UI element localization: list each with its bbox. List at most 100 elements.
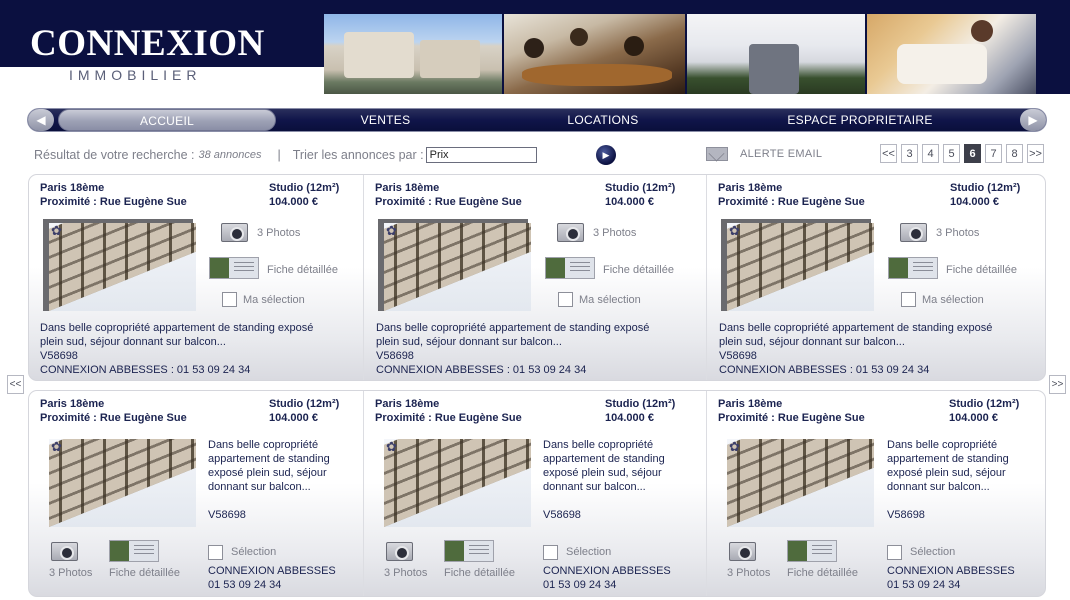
listing-city: Paris 18ème: [375, 398, 440, 410]
listing-photo[interactable]: ✿: [384, 439, 531, 527]
listings-prev-button[interactable]: <<: [7, 375, 24, 394]
listing-card[interactable]: Paris 18ème Proximité : Rue Eugène Sue S…: [29, 175, 363, 380]
result-count: 38 annonces: [198, 149, 262, 161]
camera-icon[interactable]: [557, 223, 584, 242]
listing-agency-name[interactable]: CONNEXION ABBESSES: [208, 564, 336, 578]
page-5-button[interactable]: 5: [943, 144, 960, 163]
header-photo-handshake: [865, 14, 1036, 94]
listing-city: Paris 18ème: [375, 182, 440, 194]
arrow-right-icon[interactable]: ▶: [596, 145, 616, 165]
sort-select[interactable]: [425, 147, 537, 163]
listing-description: Dans belle copropriété appartement de st…: [543, 439, 665, 493]
nav-item-accueil[interactable]: ACCUEIL: [58, 109, 276, 131]
checkbox-icon[interactable]: [887, 545, 902, 560]
document-preview-icon[interactable]: [209, 257, 259, 279]
document-preview-icon[interactable]: [888, 257, 938, 279]
listing-card[interactable]: Paris 18ème Proximité : Rue Eugène Sue S…: [706, 175, 1045, 380]
chevron-left-icon[interactable]: ◀: [28, 109, 54, 131]
listing-card[interactable]: Paris 18ème Proximité : Rue Eugène Sue S…: [29, 391, 363, 596]
listing-city: Paris 18ème: [40, 182, 105, 194]
listings-next-button[interactable]: >>: [1049, 375, 1066, 394]
listing-type: Studio (12m²): [605, 182, 676, 194]
listing-agency-phone[interactable]: 01 53 09 24 34: [208, 578, 281, 592]
selection-label[interactable]: Sélection: [566, 546, 611, 558]
page-4-button[interactable]: 4: [922, 144, 939, 163]
listing-photo[interactable]: ✿: [727, 223, 874, 311]
page-8-button[interactable]: 8: [1006, 144, 1023, 163]
document-preview-icon[interactable]: [787, 540, 837, 562]
listing-card[interactable]: Paris 18ème Proximité : Rue Eugène Sue S…: [363, 391, 706, 596]
photos-link[interactable]: 3 Photos: [257, 227, 300, 239]
selection-label[interactable]: Ma sélection: [579, 294, 641, 306]
listing-price: 104.000 €: [950, 196, 999, 208]
checkbox-icon[interactable]: [558, 292, 573, 307]
logo-name[interactable]: CONNEXION: [30, 22, 265, 65]
listings-row-1: Paris 18ème Proximité : Rue Eugène Sue S…: [28, 174, 1046, 381]
listing-agency[interactable]: CONNEXION ABBESSES : 01 53 09 24 34: [40, 363, 250, 377]
photos-link[interactable]: 3 Photos: [936, 227, 979, 239]
camera-icon[interactable]: [729, 542, 756, 561]
fiche-link[interactable]: Fiche détaillée: [267, 264, 338, 276]
page-7-button[interactable]: 7: [985, 144, 1002, 163]
listing-agency[interactable]: CONNEXION ABBESSES : 01 53 09 24 34: [719, 363, 929, 377]
pagination: << 3 4 5 6 7 8 >>: [880, 144, 1048, 163]
camera-icon[interactable]: [51, 542, 78, 561]
listing-photo[interactable]: ✿: [49, 439, 196, 527]
document-preview-icon[interactable]: [109, 540, 159, 562]
document-preview-icon[interactable]: [545, 257, 595, 279]
checkbox-icon[interactable]: [208, 545, 223, 560]
listing-photo[interactable]: ✿: [727, 439, 874, 527]
listing-type: Studio (12m²): [949, 398, 1020, 410]
listing-price: 104.000 €: [949, 412, 998, 424]
photos-link[interactable]: 3 Photos: [593, 227, 636, 239]
chevron-right-icon[interactable]: ▶: [1020, 109, 1046, 131]
listing-proximity: Proximité : Rue Eugène Sue: [718, 412, 865, 424]
nav-item-ventes[interactable]: VENTES: [328, 109, 443, 131]
checkbox-icon[interactable]: [901, 292, 916, 307]
listing-photo[interactable]: ✿: [49, 223, 196, 311]
listing-description: Dans belle copropriété appartement de st…: [208, 439, 330, 493]
checkbox-icon[interactable]: [543, 545, 558, 560]
selection-label[interactable]: Ma sélection: [243, 294, 305, 306]
listing-ref: V58698: [719, 350, 757, 362]
sort-label: Trier les annonces par :: [292, 148, 424, 162]
fiche-link[interactable]: Fiche détaillée: [787, 567, 858, 579]
listing-card[interactable]: Paris 18ème Proximité : Rue Eugène Sue S…: [363, 175, 706, 380]
listing-card[interactable]: Paris 18ème Proximité : Rue Eugène Sue S…: [706, 391, 1045, 596]
listing-proximity: Proximité : Rue Eugène Sue: [375, 412, 522, 424]
listing-agency-phone[interactable]: 01 53 09 24 34: [887, 578, 960, 592]
fiche-link[interactable]: Fiche détaillée: [946, 264, 1017, 276]
photos-link[interactable]: 3 Photos: [49, 567, 92, 579]
listing-photo[interactable]: ✿: [384, 223, 531, 311]
page-3-button[interactable]: 3: [901, 144, 918, 163]
alerte-email-link[interactable]: ALERTE EMAIL: [740, 148, 822, 160]
selection-label[interactable]: Ma sélection: [922, 294, 984, 306]
selection-label[interactable]: Sélection: [910, 546, 955, 558]
fiche-link[interactable]: Fiche détaillée: [603, 264, 674, 276]
camera-icon[interactable]: [386, 542, 413, 561]
camera-icon[interactable]: [221, 223, 248, 242]
page-last-button[interactable]: >>: [1027, 144, 1044, 163]
photos-link[interactable]: 3 Photos: [384, 567, 427, 579]
listing-price: 104.000 €: [269, 196, 318, 208]
listing-agency[interactable]: CONNEXION ABBESSES : 01 53 09 24 34: [376, 363, 586, 377]
envelope-icon[interactable]: [706, 147, 728, 161]
page-6-current[interactable]: 6: [964, 144, 981, 163]
fiche-link[interactable]: Fiche détaillée: [109, 567, 180, 579]
listing-ref: V58698: [887, 509, 925, 521]
fiche-link[interactable]: Fiche détaillée: [444, 567, 515, 579]
listing-type: Studio (12m²): [605, 398, 676, 410]
checkbox-icon[interactable]: [222, 292, 237, 307]
listing-agency-name[interactable]: CONNEXION ABBESSES: [887, 564, 1015, 578]
nav-item-locations[interactable]: LOCATIONS: [538, 109, 668, 131]
photos-link[interactable]: 3 Photos: [727, 567, 770, 579]
listing-agency-phone[interactable]: 01 53 09 24 34: [543, 578, 616, 592]
document-preview-icon[interactable]: [444, 540, 494, 562]
page-first-button[interactable]: <<: [880, 144, 897, 163]
listing-type: Studio (12m²): [269, 398, 340, 410]
selection-label[interactable]: Sélection: [231, 546, 276, 558]
camera-icon[interactable]: [900, 223, 927, 242]
listing-proximity: Proximité : Rue Eugène Sue: [718, 196, 865, 208]
listing-agency-name[interactable]: CONNEXION ABBESSES: [543, 564, 671, 578]
nav-item-espace-proprietaire[interactable]: ESPACE PROPRIETAIRE: [768, 109, 952, 131]
